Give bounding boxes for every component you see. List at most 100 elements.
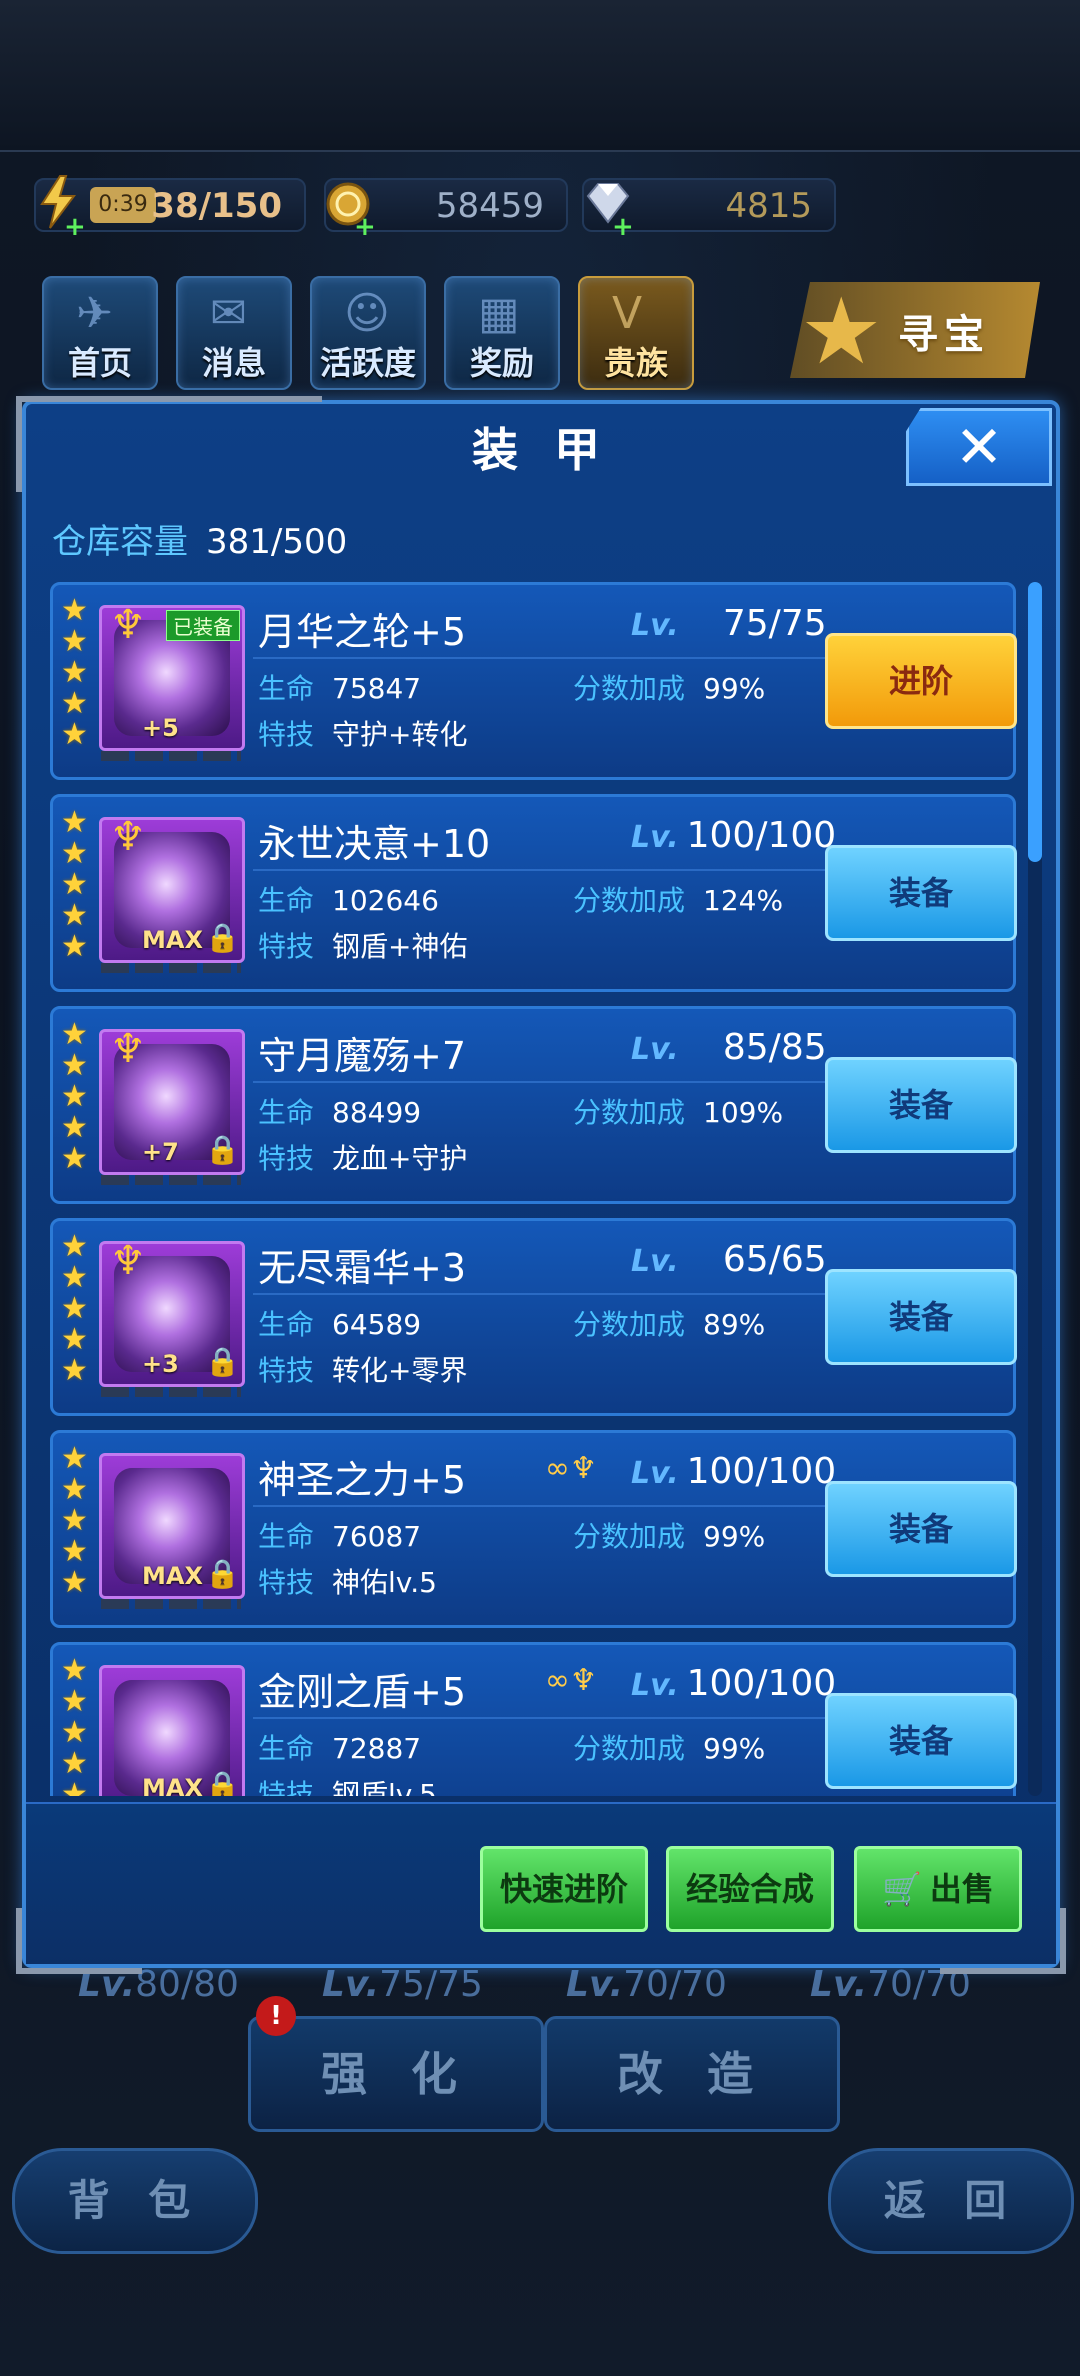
star-icon: ★ [61, 686, 88, 721]
energy-counter[interactable]: + 0:39 38/150 [34, 175, 306, 242]
mail-icon: ✉ [210, 288, 247, 339]
modify-button[interactable]: 改 造 [544, 2016, 840, 2132]
gem-counter[interactable]: + 4815 [582, 178, 836, 242]
star-rating: ★ ★ ★ ★ ★ [61, 1443, 91, 1598]
jet-icon: ✈ [76, 288, 113, 339]
lv-label: Lv. [322, 1964, 380, 2005]
underlay-level-1-value: 80/80 [135, 1964, 239, 2005]
armor-icon[interactable]: ♆ +3 🔒 [99, 1241, 245, 1387]
lv-label: Lv. [810, 1964, 868, 2005]
enhance-tag: MAX [142, 1774, 203, 1796]
hp-value: 64589 [332, 1308, 422, 1341]
bag-button[interactable]: 背 包 [12, 2148, 258, 2254]
armor-level: Lv. 100/100 [631, 1663, 836, 1704]
scrollbar-thumb[interactable] [1028, 582, 1042, 862]
star-icon: ★ [61, 836, 88, 871]
exp-merge-button[interactable]: 经验合成 [666, 1846, 834, 1932]
armor-card-4[interactable]: ★ ★ ★ ★ ★ ♆ +3 🔒 无尽霜华+3 Lv. 65/65 生命 64589 分数加… [50, 1218, 1017, 1416]
equip-button[interactable]: 装备 [825, 1693, 1017, 1789]
energy-timer: 0:39 [90, 187, 156, 223]
star-rating: ★ ★ ★ ★ ★ [61, 1655, 91, 1796]
sell-label: 出售 [929, 1870, 994, 1908]
armor-card-3[interactable]: ★ ★ ★ ★ ★ ♆ +7 🔒 守月魔殇+7 Lv. 85/85 生命 88499 分数加… [50, 1006, 1017, 1204]
nav-activity-label: 活跃度 [319, 344, 416, 382]
wing-badge-icon: ♆ [110, 817, 146, 860]
skill-label: 特技 [258, 1142, 315, 1175]
armor-icon[interactable]: MAX 🔒 [99, 1453, 245, 1599]
armor-level: Lv. 75/75 [631, 603, 827, 644]
star-jet-icon: ★ [800, 278, 883, 385]
nav-noble-label: 贵族 [603, 344, 668, 382]
lv-label: Lv. [631, 608, 679, 643]
underlay-level-3-value: 70/70 [623, 1964, 727, 2005]
quick-upgrade-button[interactable]: 快速进阶 [480, 1846, 648, 1932]
bond-link-icon: ∞♆ [545, 1451, 597, 1486]
bonus-value: 124% [703, 884, 784, 917]
sell-button[interactable]: 🛒 出售 [854, 1846, 1022, 1932]
star-icon: ★ [61, 1534, 88, 1569]
upgrade-pips [101, 1387, 241, 1397]
armor-name: 守月魔殇+7 [258, 1034, 467, 1078]
equip-button[interactable]: 装备 [825, 1269, 1017, 1365]
smile-icon: ☺ [344, 288, 390, 339]
equip-button[interactable]: 装备 [825, 1057, 1017, 1153]
armor-level-value: 65/65 [722, 1239, 827, 1280]
bonus-label: 分数加成 [573, 1520, 686, 1553]
star-icon: ★ [61, 1503, 88, 1538]
score-bonus-stat: 分数加成 89% [573, 1303, 765, 1343]
upgrade-pips [101, 1599, 241, 1609]
armor-icon[interactable]: ♆ +7 🔒 [99, 1029, 245, 1175]
nav-activity-button[interactable]: ☺ 活跃度 [310, 276, 426, 390]
lock-icon: 🔒 [205, 1769, 240, 1796]
strengthen-button[interactable]: 强 化 [248, 2016, 544, 2132]
lock-icon: 🔒 [205, 1133, 240, 1166]
bonus-value: 89% [703, 1308, 766, 1341]
divider [253, 657, 838, 659]
panel-title: 装 甲 [471, 423, 610, 477]
armor-card-5[interactable]: ★ ★ ★ ★ ★ MAX 🔒 神圣之力+5 ∞♆ Lv. 100/100 生命 76087… [50, 1430, 1017, 1628]
armor-level: Lv. 65/65 [631, 1239, 827, 1280]
nav-messages-button[interactable]: ✉ 消息 [176, 276, 292, 390]
lv-label: Lv. [631, 820, 679, 855]
armor-list[interactable]: ★ ★ ★ ★ ★ ♆ 已装备 +5 月华之轮+5 Lv. 75/75 生命 75847 分… [50, 582, 1020, 1796]
nav-rewards-button[interactable]: ▦ 奖励 [444, 276, 560, 390]
nav-messages-label: 消息 [201, 344, 266, 382]
star-icon: ★ [61, 1110, 88, 1145]
nav-noble-button[interactable]: V 贵族 [578, 276, 694, 390]
bonus-value: 109% [703, 1096, 784, 1129]
enhance-tag: MAX [142, 926, 203, 954]
wing-badge-icon: ♆ [110, 1241, 146, 1284]
equip-button[interactable]: 装备 [825, 1481, 1017, 1577]
add-gems-icon[interactable]: + [612, 212, 634, 242]
close-icon: ✕ [954, 413, 1004, 481]
armor-icon[interactable]: MAX 🔒 [99, 1665, 245, 1796]
wing-badge-icon: ♆ [110, 1029, 146, 1072]
coin-counter[interactable]: + 58459 [324, 178, 568, 242]
skill-label: 特技 [258, 718, 315, 751]
divider [253, 1081, 838, 1083]
nav-home-button[interactable]: ✈ 首页 [42, 276, 158, 390]
close-button[interactable]: ✕ [906, 408, 1052, 486]
scrollbar[interactable] [1028, 582, 1042, 1796]
skill-stat: 特技 钢盾+神佑 [258, 925, 467, 965]
back-button[interactable]: 返 回 [828, 2148, 1074, 2254]
skill-label: 特技 [258, 930, 315, 963]
armor-card-2[interactable]: ★ ★ ★ ★ ★ ♆ MAX 🔒 永世决意+10 Lv. 100/100 生命 10264… [50, 794, 1017, 992]
add-energy-icon[interactable]: + [64, 212, 86, 242]
upgrade-pips [101, 751, 241, 761]
armor-icon[interactable]: ♆ MAX 🔒 [99, 817, 245, 963]
add-coins-icon[interactable]: + [354, 212, 376, 242]
equip-button[interactable]: 装备 [825, 845, 1017, 941]
underlay-level-2: Lv.75/75 [322, 1964, 483, 2005]
lv-label: Lv. [631, 1032, 679, 1067]
skill-value: 龙血+守护 [332, 1142, 468, 1175]
treasure-hunt-button[interactable]: ★ 寻宝 [790, 282, 1040, 378]
armor-icon[interactable]: ♆ 已装备 +5 [99, 605, 245, 751]
armor-card-6[interactable]: ★ ★ ★ ★ ★ MAX 🔒 金刚之盾+5 ∞♆ Lv. 100/100 生命 72887… [50, 1642, 1017, 1796]
skill-stat: 特技 龙血+守护 [258, 1137, 467, 1177]
star-icon: ★ [61, 624, 88, 659]
upgrade-button[interactable]: 进阶 [825, 633, 1017, 729]
lock-icon: 🔒 [205, 1557, 240, 1590]
skill-label: 特技 [258, 1566, 315, 1599]
armor-card-1[interactable]: ★ ★ ★ ★ ★ ♆ 已装备 +5 月华之轮+5 Lv. 75/75 生命 75847 分… [50, 582, 1017, 780]
